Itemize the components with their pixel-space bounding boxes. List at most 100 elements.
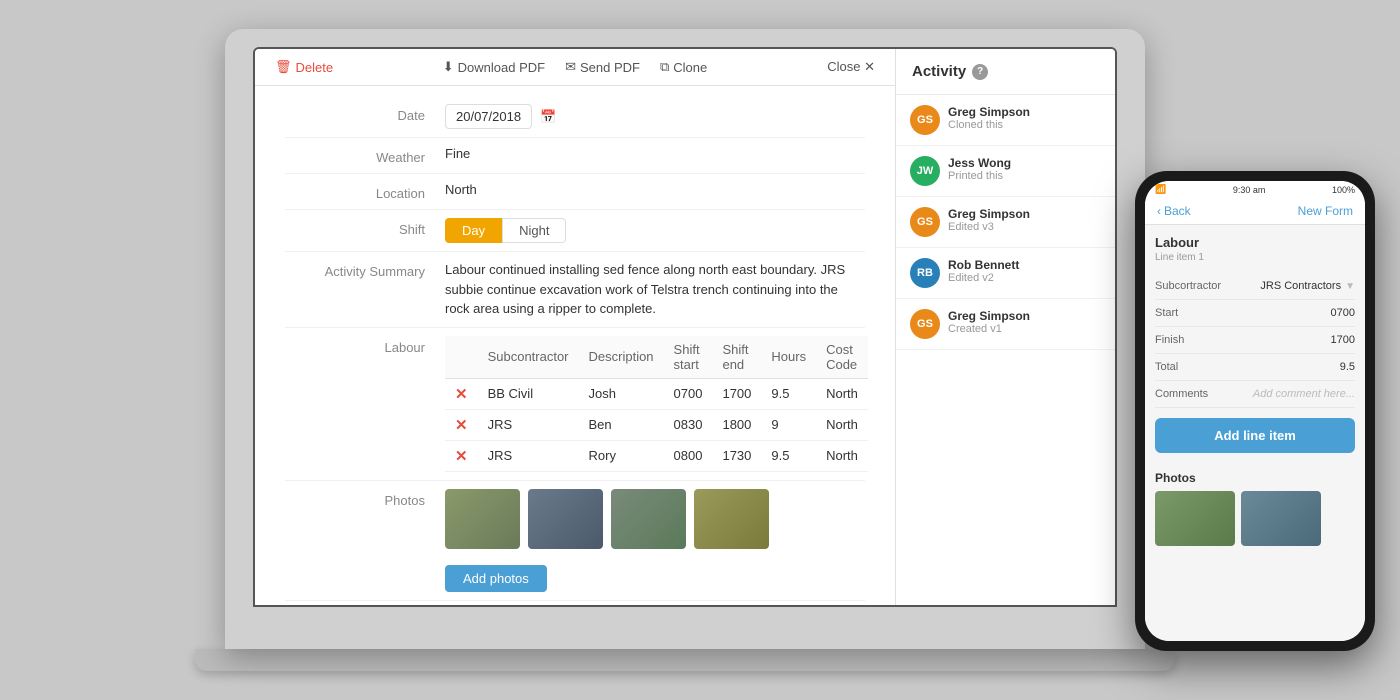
phone-body: Labour Line item 1 Subcortractor JRS Con… xyxy=(1145,225,1365,641)
col-cost-code: Cost Code xyxy=(816,336,868,379)
shift-end-cell: 1730 xyxy=(712,440,761,471)
shift-start-cell: 0800 xyxy=(664,440,713,471)
photos-row: Photos Add photos xyxy=(285,481,865,601)
activity-header: Activity ? xyxy=(896,49,1115,95)
activity-desc: Cloned this xyxy=(948,119,1101,131)
add-photos-button[interactable]: Add photos xyxy=(445,565,547,592)
phone-back-button[interactable]: ‹ Back xyxy=(1157,204,1191,218)
delete-row-icon[interactable]: ✕ xyxy=(455,386,468,403)
send-icon: ✉ xyxy=(565,59,576,75)
close-button[interactable]: Close ✕ xyxy=(827,59,875,75)
phone-field-value: 9.5 xyxy=(1340,361,1355,373)
description-cell: Ben xyxy=(579,409,664,440)
phone-photos-title: Photos xyxy=(1155,471,1355,485)
clone-button[interactable]: ⧉ Clone xyxy=(660,59,707,75)
hours-cell: 9.5 xyxy=(761,378,816,409)
photo-2[interactable] xyxy=(528,489,603,549)
phone-field-row: Start 0700 xyxy=(1155,300,1355,327)
labour-label: Labour xyxy=(285,336,445,355)
phone-time: 9:30 am xyxy=(1233,185,1266,195)
hours-cell: 9.5 xyxy=(761,440,816,471)
col-subcontractor: Subcontractor xyxy=(478,336,579,379)
main-form: 🗑 Delete ⬇ Download PDF ✉ Send PD xyxy=(255,49,895,605)
help-icon[interactable]: ? xyxy=(972,64,988,80)
delete-row-icon[interactable]: ✕ xyxy=(455,417,468,434)
photo-1[interactable] xyxy=(445,489,520,549)
activity-desc: Edited v3 xyxy=(948,221,1101,233)
shift-day-button[interactable]: Day xyxy=(445,218,502,243)
activity-name: Greg Simpson xyxy=(948,105,1101,119)
subcontractor-cell: JRS xyxy=(478,440,579,471)
clone-icon: ⧉ xyxy=(660,59,669,75)
chevron-left-icon: ‹ xyxy=(1157,204,1161,218)
phone-section-sub: Line item 1 xyxy=(1155,252,1355,263)
shift-value: Day Night xyxy=(445,218,865,243)
calendar-icon[interactable]: 📅 xyxy=(540,109,556,125)
description-cell: Josh xyxy=(579,378,664,409)
phone-field-row: Subcortractor JRS Contractors▼ xyxy=(1155,273,1355,300)
activity-info: Rob Bennett Edited v2 xyxy=(948,258,1101,284)
delete-row-icon[interactable]: ✕ xyxy=(455,448,468,465)
subcontractor-cell: BB Civil xyxy=(478,378,579,409)
phone-device: 📶 9:30 am 100% ‹ Back New Form Labour Li… xyxy=(1135,171,1375,651)
phone-field-value: 1700 xyxy=(1331,334,1355,346)
location-value: North xyxy=(445,182,865,197)
download-pdf-button[interactable]: ⬇ Download PDF xyxy=(443,59,545,75)
delete-cell[interactable]: ✕ xyxy=(445,409,478,440)
phone-field-value: 0700 xyxy=(1331,307,1355,319)
activity-sidebar: Activity ? GS Greg Simpson Cloned this J… xyxy=(895,49,1115,605)
date-row: Date 20/07/2018 📅 xyxy=(285,96,865,138)
activity-item: GS Greg Simpson Created v1 xyxy=(896,299,1115,350)
delete-cell[interactable]: ✕ xyxy=(445,440,478,471)
activity-summary-label: Activity Summary xyxy=(285,260,445,279)
close-icon: ✕ xyxy=(864,59,875,74)
activity-name: Jess Wong xyxy=(948,156,1101,170)
activity-summary-value[interactable]: Labour continued installing sed fence al… xyxy=(445,260,865,319)
date-input[interactable]: 20/07/2018 xyxy=(445,104,532,129)
photo-3[interactable] xyxy=(611,489,686,549)
activity-info: Greg Simpson Edited v3 xyxy=(948,207,1101,233)
weather-value: Fine xyxy=(445,146,865,161)
activity-desc: Printed this xyxy=(948,170,1101,182)
delete-cell[interactable]: ✕ xyxy=(445,378,478,409)
subcontractor-cell: JRS xyxy=(478,409,579,440)
activity-summary-row: Activity Summary Labour continued instal… xyxy=(285,252,865,328)
phone-field-label: Finish xyxy=(1155,334,1184,346)
download-icon: ⬇ xyxy=(443,59,454,75)
photos-label: Photos xyxy=(285,489,445,508)
phone-fields: Subcortractor JRS Contractors▼ Start 070… xyxy=(1155,273,1355,408)
avatar: GS xyxy=(910,207,940,237)
phone-field-label: Total xyxy=(1155,361,1178,373)
shift-night-button[interactable]: Night xyxy=(502,218,566,243)
activity-item: GS Greg Simpson Edited v3 xyxy=(896,197,1115,248)
trash-icon: 🗑 xyxy=(275,59,292,75)
location-row: Location North xyxy=(285,174,865,210)
labour-row: Labour Subcontractor Description Shift xyxy=(285,328,865,481)
cost-code-cell: North xyxy=(816,378,868,409)
phone-nav: ‹ Back New Form xyxy=(1145,198,1365,225)
activity-info: Jess Wong Printed this xyxy=(948,156,1101,182)
photos-value: Add photos xyxy=(445,489,865,592)
col-description: Description xyxy=(579,336,664,379)
phone-field-row: Finish 1700 xyxy=(1155,327,1355,354)
phone-field-label: Start xyxy=(1155,307,1178,319)
date-label: Date xyxy=(285,104,445,123)
activity-list: GS Greg Simpson Cloned this JW Jess Wong… xyxy=(896,95,1115,605)
activity-desc: Edited v2 xyxy=(948,272,1101,284)
weather-label: Weather xyxy=(285,146,445,165)
phone-photo-1[interactable] xyxy=(1155,491,1235,546)
send-pdf-button[interactable]: ✉ Send PDF xyxy=(565,59,640,75)
phone-photo-2[interactable] xyxy=(1241,491,1321,546)
phone-new-form-button[interactable]: New Form xyxy=(1298,204,1353,218)
add-line-item-button[interactable]: Add line item xyxy=(1155,418,1355,453)
delays-row: Delays or other issues Traffic delays fo… xyxy=(285,601,865,606)
phone-screen: 📶 9:30 am 100% ‹ Back New Form Labour Li… xyxy=(1145,181,1365,641)
cost-code-cell: North xyxy=(816,440,868,471)
activity-name: Greg Simpson xyxy=(948,309,1101,323)
table-row: ✕ JRS Ben 0830 1800 9 North xyxy=(445,409,868,440)
phone-field-value[interactable]: JRS Contractors▼ xyxy=(1260,280,1355,292)
activity-title: Activity xyxy=(912,63,966,80)
dropdown-icon: ▼ xyxy=(1345,281,1355,292)
delete-button[interactable]: 🗑 Delete xyxy=(275,59,333,75)
photo-4[interactable] xyxy=(694,489,769,549)
